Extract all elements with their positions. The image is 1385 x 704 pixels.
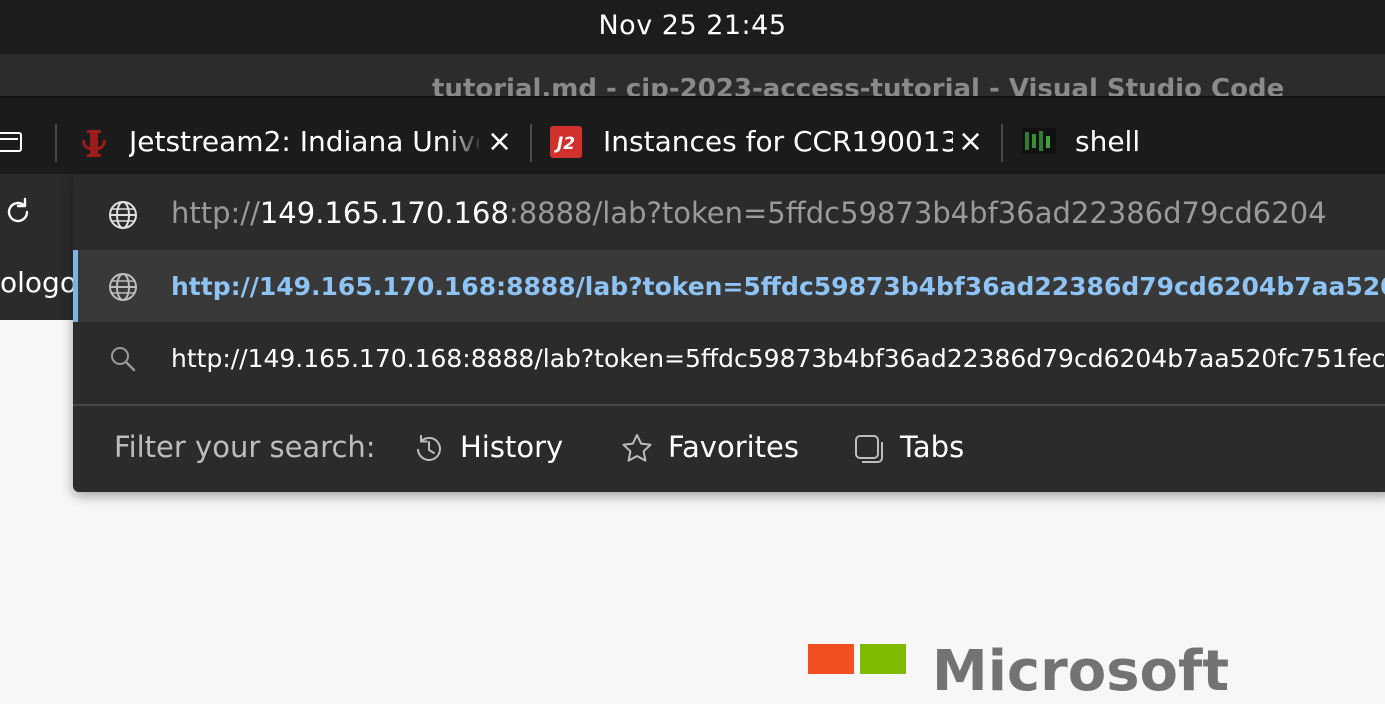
microsoft-wordmark: Microsoft [932,639,1230,704]
tab-title: shell [1075,125,1141,158]
tab-shell[interactable]: shell [1020,120,1220,164]
filter-favorites-label: Favorites [668,430,799,464]
globe-icon [109,201,137,229]
url-host: 149.165.170.168 [259,196,509,230]
indiana-university-icon [82,130,106,157]
filter-history-label: History [460,430,564,464]
url-rest: :8888/lab?token=5ffdc59873b4bf36ad22386d… [508,196,1327,230]
tabs-icon [855,435,883,463]
terminal-icon [1022,128,1056,154]
tab-separator [530,124,532,162]
background-window-titlebar: tutorial.md - cip-2023-access-tutorial -… [0,54,1385,96]
logo-square-red [808,644,854,674]
system-top-bar: Nov 25 21:45 [0,0,1385,54]
tab-separator [55,124,57,162]
tab-fade [444,120,484,164]
close-tab-icon[interactable]: × [958,127,983,157]
svg-text:J2: J2 [554,134,575,154]
j2-icon: J2 [550,126,582,158]
filter-tabs-button[interactable]: Tabs [852,428,982,468]
system-clock[interactable]: Nov 25 21:45 [0,10,1385,41]
selection-indicator [73,250,78,322]
browser-tab-strip: Jetstream2: Indiana Unive × J2 Instances… [0,98,1385,174]
suggestion-search[interactable]: http://149.165.170.168:8888/lab?token=5f… [73,322,1385,394]
filter-favorites-button[interactable]: Favorites [620,428,810,468]
filter-history-button[interactable]: History [412,428,572,468]
address-input[interactable]: http://149.165.170.168:8888/lab?token=5f… [73,178,1385,250]
star-icon [622,434,652,462]
tab-title: Instances for CCR190013 [603,125,953,158]
dropdown-divider [73,404,1385,406]
search-icon [111,347,136,372]
suggestion-text: http://149.165.170.168:8888/lab?token=5f… [171,272,1385,301]
logo-square-green [860,644,906,674]
suggestion-url[interactable]: http://149.165.170.168:8888/lab?token=5f… [73,250,1385,322]
tab-jetstream2[interactable]: Jetstream2: Indiana Unive × [74,120,524,164]
close-tab-icon[interactable]: × [487,127,512,157]
tab-actions-icon[interactable] [0,132,22,152]
filter-label: Filter your search: [114,430,376,464]
globe-icon [109,273,137,301]
filter-tabs-label: Tabs [900,430,965,464]
tab-title: Jetstream2: Indiana Unive [129,125,479,158]
address-bar-dropdown: http://149.165.170.168:8888/lab?token=5f… [73,174,1385,492]
url-scheme: http:// [171,196,260,230]
tab-separator [1001,124,1003,162]
address-input-value: http://149.165.170.168:8888/lab?token=5f… [171,196,1327,230]
reload-icon[interactable] [2,196,32,226]
suggestion-text: http://149.165.170.168:8888/lab?token=5f… [171,344,1385,373]
page-content-fragment: ologo [0,266,77,299]
tab-instances[interactable]: J2 Instances for CCR190013 × [548,120,988,164]
vscode-window-title: tutorial.md - cip-2023-access-tutorial -… [432,74,1285,96]
history-icon [417,435,441,461]
